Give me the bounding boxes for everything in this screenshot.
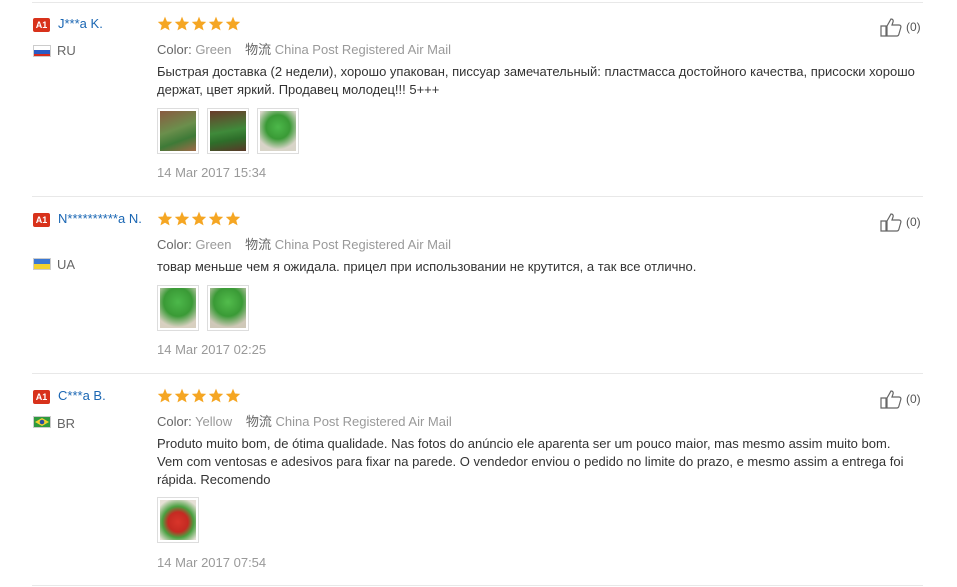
review-text: товар меньше чем я ожидала. прицел при и… [157, 259, 697, 274]
review-divider [32, 373, 923, 374]
buyer-level-badge: A1 [33, 390, 50, 404]
helpful-button[interactable]: (0) [880, 389, 921, 409]
star-rating [157, 388, 241, 403]
brazil-flag-icon [33, 416, 51, 428]
star-rating [157, 211, 241, 226]
star-icon [157, 16, 173, 31]
reviewer-country: BR [57, 416, 76, 431]
color-label: Color: [157, 237, 192, 252]
logistics-label: 物流 [245, 237, 272, 252]
review-photo[interactable] [157, 497, 199, 543]
shipping-method: China Post Registered Air Mail [274, 237, 452, 252]
color-value: Green [195, 42, 232, 57]
review-meta: Color: Green 物流 China Post Registered Ai… [157, 39, 451, 58]
thumbs-up-icon [880, 390, 902, 409]
review-photo[interactable] [157, 108, 199, 154]
review-photos [157, 108, 299, 154]
review-meta: Color: Yellow 物流 China Post Registered A… [157, 411, 452, 430]
review-photos [157, 497, 199, 543]
review-photo[interactable] [207, 108, 249, 154]
review-meta: Color: Green 物流 China Post Registered Ai… [157, 234, 451, 253]
star-icon [208, 16, 224, 31]
review-photo[interactable] [157, 285, 199, 331]
helpful-button[interactable]: (0) [880, 212, 921, 232]
review-divider [32, 196, 923, 197]
star-icon [157, 388, 173, 403]
reviewer-name[interactable]: J***a K. [58, 15, 150, 33]
color-label: Color: [157, 414, 192, 429]
color-label: Color: [157, 42, 192, 57]
review-photos [157, 285, 249, 331]
logistics-label: 物流 [245, 42, 272, 57]
review-date: 14 Mar 2017 07:54 [157, 555, 267, 570]
bottom-divider [32, 585, 923, 586]
star-icon [208, 211, 224, 226]
star-icon [225, 16, 241, 31]
logistics-label: 物流 [245, 414, 272, 429]
star-icon [191, 16, 207, 31]
star-icon [174, 16, 190, 31]
star-icon [157, 211, 173, 226]
ukraine-flag-icon [33, 258, 51, 270]
reviewer-name[interactable]: N**********a N. [58, 210, 150, 228]
shipping-method: China Post Registered Air Mail [275, 414, 452, 429]
reviewer-country: RU [57, 43, 76, 58]
review-photo[interactable] [207, 285, 249, 331]
review-text: Быстрая доставка (2 недели), хорошо упак… [157, 64, 915, 97]
buyer-level-badge: A1 [33, 18, 50, 32]
helpful-count: (0) [906, 392, 921, 406]
review-date: 14 Mar 2017 15:34 [157, 165, 267, 180]
russia-flag-icon [33, 45, 51, 57]
color-value: Yellow [195, 414, 233, 429]
color-value: Green [195, 237, 232, 252]
review-text: Produto muito bom, de ótima qualidade. N… [157, 436, 904, 487]
review-photo[interactable] [257, 108, 299, 154]
top-divider [32, 2, 923, 3]
star-icon [191, 211, 207, 226]
star-icon [225, 388, 241, 403]
helpful-count: (0) [906, 20, 921, 34]
thumbs-up-icon [880, 213, 902, 232]
star-icon [208, 388, 224, 403]
buyer-level-badge: A1 [33, 213, 50, 227]
star-rating [157, 16, 241, 31]
reviewer-country: UA [57, 257, 76, 272]
star-icon [174, 388, 190, 403]
helpful-count: (0) [906, 215, 921, 229]
reviewer-name[interactable]: C***a B. [58, 387, 150, 405]
thumbs-up-icon [880, 18, 902, 37]
star-icon [174, 211, 190, 226]
helpful-button[interactable]: (0) [880, 17, 921, 37]
review-date: 14 Mar 2017 02:25 [157, 342, 267, 357]
star-icon [225, 211, 241, 226]
shipping-method: China Post Registered Air Mail [274, 42, 452, 57]
star-icon [191, 388, 207, 403]
